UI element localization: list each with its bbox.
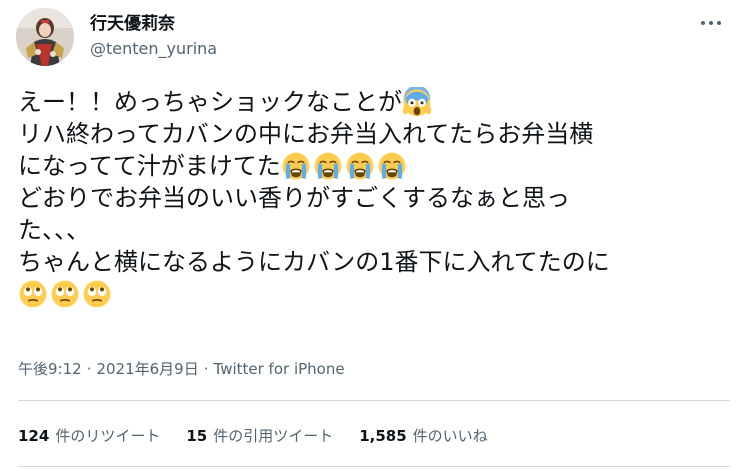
tweet-date[interactable]: 2021年6月9日 [96, 360, 198, 378]
likes-label: 件のいいね [412, 427, 488, 445]
retweets-stat[interactable]: 124 件のリツイート [18, 425, 160, 447]
tweet-line-text: どおりでお弁当のいい香りがすごくするなぁと思っ [18, 184, 570, 212]
quotes-count: 15 [186, 427, 208, 445]
divider [18, 400, 730, 401]
meta-separator: · [203, 360, 209, 378]
divider [18, 466, 730, 467]
tweet-line: リハ終わってカバンの中にお弁当入れてたらお弁当横 [18, 118, 730, 150]
more-horizontal-icon[interactable] [695, 12, 727, 34]
tweet-line: た、、、 [18, 214, 730, 246]
face-with-rolling-eyes-emoji [18, 279, 48, 309]
tweet-line [18, 278, 730, 310]
tweet-source[interactable]: Twitter for iPhone [214, 360, 345, 378]
tweet-line: ちゃんと横になるようにカバンの1番下に入れてたのに [18, 246, 730, 278]
face-screaming-in-fear-emoji [402, 87, 432, 117]
tweet-stats: 124 件のリツイート 15 件の引用ツイート 1,585 件のいいね [18, 425, 514, 447]
tweet-meta: 午後9:12 · 2021年6月9日 · Twitter for iPhone [18, 358, 345, 380]
more-dot [709, 21, 713, 25]
tweet-line: になってて汁がまけてた [18, 150, 730, 182]
likes-count: 1,585 [359, 427, 407, 445]
more-dot [717, 21, 721, 25]
loudly-crying-face-emoji [377, 151, 407, 181]
retweets-label: 件のリツイート [55, 427, 161, 445]
face-with-rolling-eyes-emoji [82, 279, 112, 309]
display-name[interactable]: 行天優莉奈 [90, 13, 175, 35]
meta-separator: · [86, 360, 92, 378]
quotes-label: 件の引用ツイート [213, 427, 334, 445]
tweet-text: えー！！めっちゃショックなことが リハ終わってカバンの中にお弁当入れてたらお弁当… [18, 86, 730, 310]
loudly-crying-face-emoji [313, 151, 343, 181]
tweet-line-text: た、、、 [18, 216, 90, 244]
quotes-stat[interactable]: 15 件の引用ツイート [186, 425, 333, 447]
tweet-line-text: になってて汁がまけてた [18, 152, 281, 180]
avatar[interactable] [16, 8, 74, 66]
retweets-count: 124 [18, 427, 50, 445]
tweet-line-text: リハ終わってカバンの中にお弁当入れてたらお弁当横 [18, 120, 594, 148]
tweet-line: どおりでお弁当のいい香りがすごくするなぁと思っ [18, 182, 730, 214]
tweet-line-text: ちゃんと横になるようにカバンの1番下に入れてたのに [18, 248, 610, 276]
tweet-card: 行天優莉奈 @tenten_yurina えー！！めっちゃショックなことが リハ… [0, 0, 740, 469]
likes-stat[interactable]: 1,585 件のいいね [359, 425, 487, 447]
loudly-crying-face-emoji [345, 151, 375, 181]
tweet-time[interactable]: 午後9:12 [18, 360, 82, 378]
tweet-line: えー！！めっちゃショックなことが [18, 86, 730, 118]
loudly-crying-face-emoji [281, 151, 311, 181]
user-handle[interactable]: @tenten_yurina [90, 39, 217, 59]
tweet-line-text: えー！！めっちゃショックなことが [18, 88, 402, 116]
more-dot [701, 21, 705, 25]
face-with-rolling-eyes-emoji [50, 279, 80, 309]
